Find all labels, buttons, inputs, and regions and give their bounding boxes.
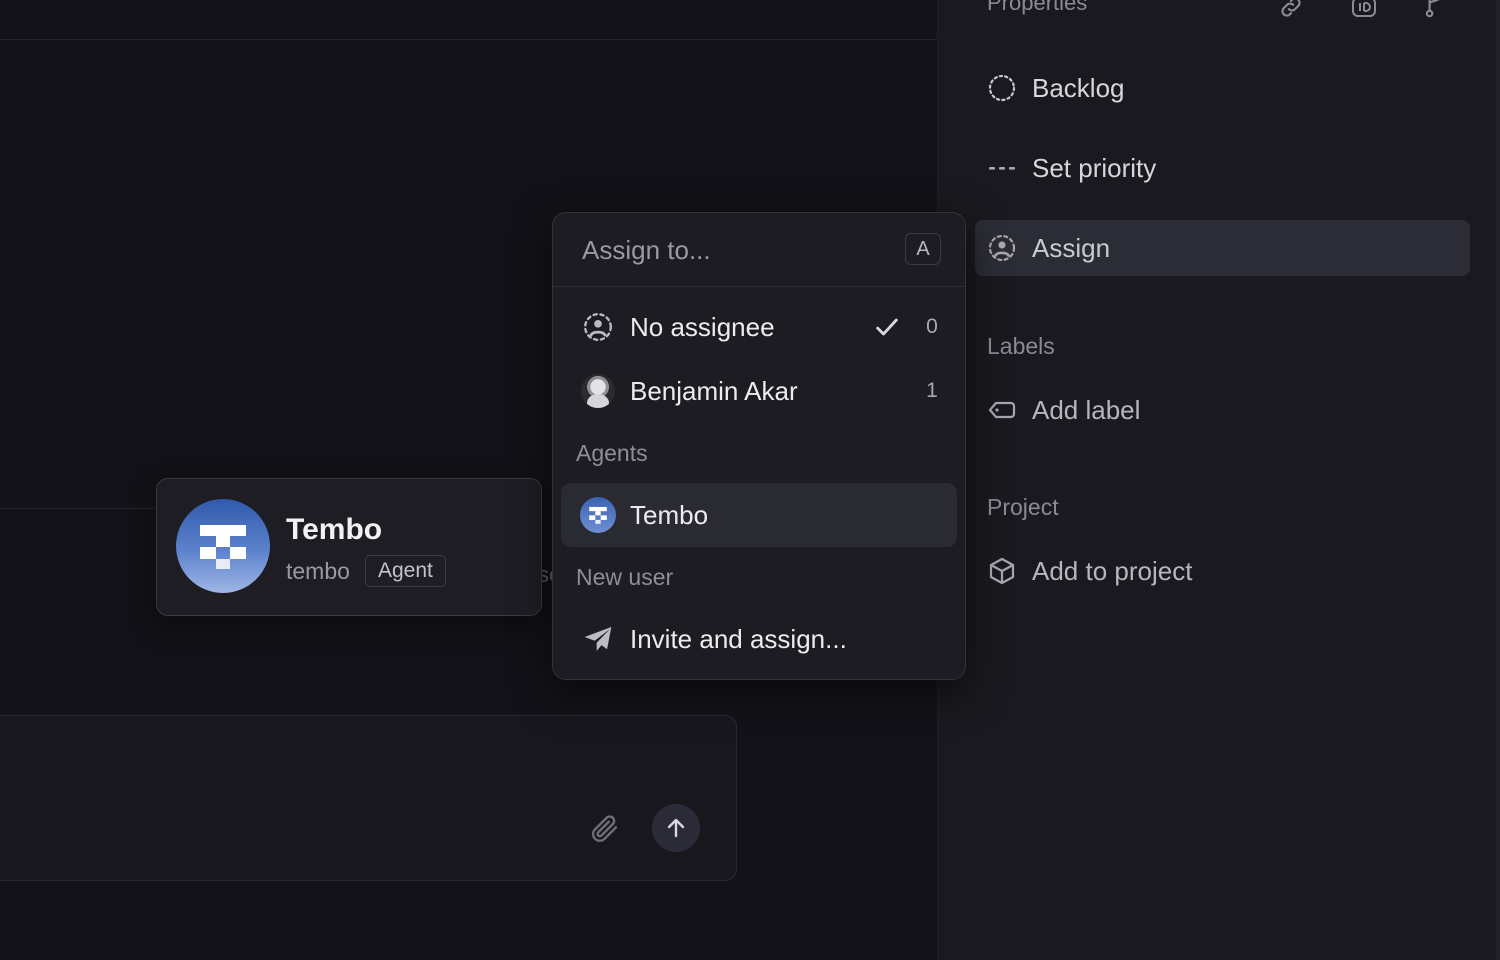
send-comment-button[interactable] <box>652 804 700 852</box>
agent-name: Tembo <box>286 513 383 546</box>
status-label: Backlog <box>1032 72 1125 103</box>
properties-sidebar: Properties Backlog Set priority Assign L… <box>937 0 1500 960</box>
backlog-status-icon <box>987 73 1017 103</box>
paper-plane-icon <box>581 622 615 656</box>
tembo-logo-icon <box>200 525 246 569</box>
priority-property[interactable]: Set priority <box>975 140 1470 196</box>
option-benjamin-akar[interactable]: Benjamin Akar 1 <box>561 359 957 423</box>
properties-toolbar <box>1278 0 1448 20</box>
content-divider <box>0 508 160 509</box>
assign-label: Assign <box>1032 232 1111 263</box>
option-count: 0 <box>926 315 938 338</box>
assign-search[interactable]: Assign to... A <box>553 213 965 287</box>
option-label: Invite and assign... <box>630 623 847 654</box>
checkmark-icon <box>873 313 903 341</box>
scrollbar[interactable] <box>1496 0 1500 960</box>
agents-group-title: Agents <box>576 440 648 466</box>
id-icon[interactable] <box>1350 0 1376 20</box>
tag-icon <box>987 395 1017 425</box>
option-label: Benjamin Akar <box>630 375 798 406</box>
add-label-text: Add label <box>1032 394 1141 425</box>
link-icon[interactable] <box>1278 0 1304 20</box>
tembo-logo-icon <box>589 506 607 524</box>
properties-title: Properties <box>987 0 1088 15</box>
assignee-property[interactable]: Assign <box>975 220 1470 276</box>
agent-handle: tembo <box>286 558 350 584</box>
paperclip-icon <box>591 815 618 842</box>
add-to-project-button[interactable]: Add to project <box>975 543 1470 599</box>
user-avatar <box>581 374 615 408</box>
shortcut-badge: A <box>905 233 941 265</box>
header-divider <box>0 39 937 40</box>
add-to-project-text: Add to project <box>1032 555 1193 586</box>
assign-dropdown: Assign to... A No assignee 0 Benjamin Ak… <box>552 212 966 680</box>
option-label: Tembo <box>630 499 709 530</box>
comment-input-box[interactable] <box>0 715 737 881</box>
agent-hover-card: Tembo tembo Agent <box>156 478 542 616</box>
project-section-title: Project <box>987 494 1059 520</box>
option-label: No assignee <box>630 311 775 342</box>
branch-icon[interactable] <box>1422 0 1448 20</box>
status-property[interactable]: Backlog <box>975 60 1470 116</box>
assign-search-placeholder: Assign to... <box>582 235 711 265</box>
priority-label: Set priority <box>1032 152 1157 183</box>
tembo-avatar <box>580 497 616 533</box>
attach-button[interactable] <box>588 812 620 844</box>
option-count: 1 <box>926 379 938 402</box>
cube-icon <box>987 556 1017 586</box>
agent-badge: Agent <box>365 555 446 587</box>
labels-section-title: Labels <box>987 333 1055 359</box>
new-user-group-title: New user <box>576 564 674 590</box>
assignee-icon <box>987 233 1017 263</box>
arrow-up-icon <box>667 818 685 838</box>
add-label-button[interactable]: Add label <box>975 382 1470 438</box>
option-tembo[interactable]: Tembo <box>561 483 957 547</box>
no-assignee-icon <box>581 310 615 344</box>
option-no-assignee[interactable]: No assignee 0 <box>561 295 957 359</box>
no-priority-icon <box>987 153 1017 183</box>
tembo-avatar <box>176 499 270 593</box>
option-invite-and-assign[interactable]: Invite and assign... <box>561 607 957 671</box>
